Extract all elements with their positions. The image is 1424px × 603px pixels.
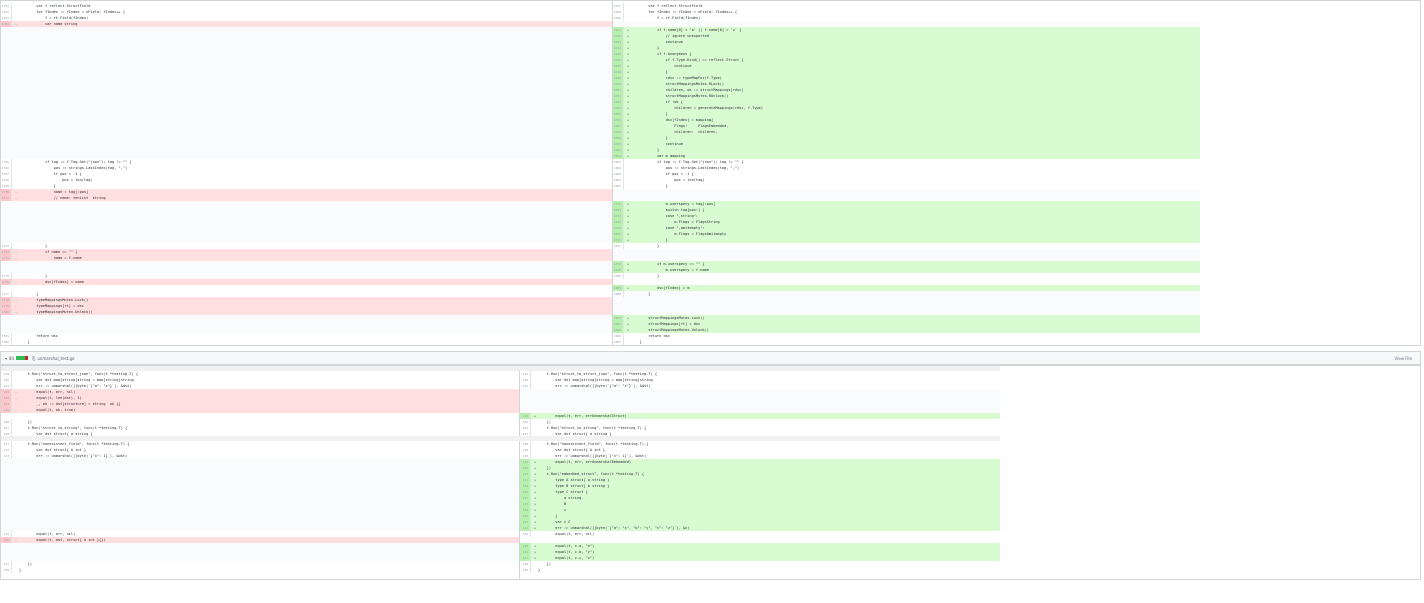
code-text: // name: tenList string (19, 196, 106, 200)
code-text: } (19, 568, 22, 572)
code-text: var dst struct{ a string } (538, 432, 612, 436)
code-text: name = f.name (19, 256, 82, 260)
code-text: } (631, 184, 668, 188)
minus-marker: - (15, 280, 18, 284)
right-empty-block (520, 389, 1000, 413)
line-number[interactable]: 125 (1, 407, 12, 413)
minus-marker: - (15, 256, 18, 260)
deleted-line: 1774- name = f.name (1, 255, 612, 261)
code-text: typeMappingsMutex.Unlock() (19, 310, 93, 314)
left-empty-block (1, 543, 519, 561)
code-text: err := unmarshal([]byte(`{"x": 1}`), &ds… (19, 454, 128, 458)
code-text: var dst struct{ a string } (19, 432, 93, 436)
code-text: } (538, 568, 541, 572)
left-empty-block (1, 459, 519, 531)
left-empty-block (1, 201, 612, 243)
code-text: } (631, 292, 651, 296)
left-empty-block (1, 27, 612, 159)
view-file-button[interactable]: View File (1395, 356, 1412, 361)
line-number[interactable]: 1776 (1, 279, 12, 285)
deleted-line: 136- equal(t, dst, struct{ A int }{}) (1, 537, 519, 543)
deleted-line: 1764- var name string (1, 21, 612, 27)
line-number[interactable]: 1782 (1, 339, 12, 345)
line-number[interactable]: 136 (1, 537, 12, 543)
code-text: dsc[fIndex] = name (19, 280, 84, 284)
right-empty-block (613, 249, 1200, 261)
line-number[interactable]: 1780 (1, 309, 12, 315)
code-text: err := unmarshal([]byte(`{"a": "x"}`), &… (538, 384, 651, 388)
code-text: equal(t, err, nil) (538, 532, 595, 536)
context-line: 143 equal(t, err, nil) (520, 531, 1000, 537)
right-empty-block (613, 189, 1200, 201)
code-text: var name string (19, 22, 78, 26)
context-line: 125 var dst struct{ a string } (520, 431, 1000, 437)
line-number[interactable]: 1764 (1, 21, 12, 27)
deleted-line: 125- equal(t, ok, true) (1, 407, 519, 413)
context-line: 1080 } (613, 273, 1200, 279)
code-text: f = rt.Field(fIndex) (631, 16, 701, 20)
context-line: 1039 f = rt.Field(fIndex) (613, 15, 1200, 21)
context-line: 1082 } (613, 291, 1200, 297)
code-text: } (631, 244, 660, 248)
line-number[interactable]: 1082 (613, 291, 624, 297)
context-line: 133 err := unmarshal([]byte(`{"x": 1}`),… (1, 453, 519, 459)
code-text: } (19, 340, 30, 344)
line-number[interactable]: 1080 (613, 273, 624, 279)
file-header: ▾ 84 ⎘ unmarshal_test.go View File (0, 351, 1421, 365)
context-line: 128 var dst struct{ a string } (1, 431, 519, 437)
line-number[interactable]: 1077 (613, 243, 624, 249)
collapse-chevron-icon[interactable]: ▾ (5, 356, 7, 361)
code-text: equal(t, ok, true) (19, 408, 76, 412)
line-number[interactable]: 143 (520, 531, 531, 537)
minus-marker: - (15, 408, 18, 412)
context-line: 1067 } (613, 183, 1200, 189)
diffstat-bar (16, 356, 29, 360)
deleted-line: 1776- dsc[fIndex] = name (1, 279, 612, 285)
code-text: equal(t, dst, struct{ A int }{}) (19, 538, 106, 542)
copy-path-icon[interactable]: ⎘ (32, 356, 35, 361)
line-number[interactable]: 1771 (1, 195, 12, 201)
line-number[interactable]: 138 (1, 567, 12, 573)
context-line: 138} (1, 567, 519, 573)
minus-marker: - (15, 538, 18, 542)
line-number[interactable]: 133 (1, 453, 12, 459)
line-number[interactable]: 1039 (613, 15, 624, 21)
line-number[interactable]: 149 (520, 567, 531, 573)
minus-marker: - (15, 196, 18, 200)
code-text: } (631, 340, 642, 344)
context-line: 121 err := unmarshal([]byte(`{"a": "x"}`… (520, 383, 1000, 389)
deleted-line: 1771- // name: tenList string (1, 195, 612, 201)
minus-marker: - (15, 22, 18, 26)
code-text: } (631, 274, 660, 278)
context-line: 1087 } (613, 339, 1200, 345)
file-name[interactable]: unmarshal_test.go (37, 356, 74, 361)
line-number[interactable]: 1774 (1, 255, 12, 261)
diff-count: 84 (9, 355, 15, 361)
line-number[interactable]: 121 (520, 383, 531, 389)
context-line: 149} (520, 567, 1000, 573)
line-number[interactable]: 125 (520, 431, 531, 437)
minus-marker: - (15, 310, 18, 314)
line-number[interactable]: 128 (1, 431, 12, 437)
deleted-line: 1780- typeMappingsMutex.Unlock() (1, 309, 612, 315)
context-line: 1077 } (613, 243, 1200, 249)
line-number[interactable]: 1067 (613, 183, 624, 189)
left-empty-block (1, 261, 612, 273)
context-line: 1782 } (1, 339, 612, 345)
line-number[interactable]: 1087 (613, 339, 624, 345)
left-empty-block (1, 315, 612, 333)
